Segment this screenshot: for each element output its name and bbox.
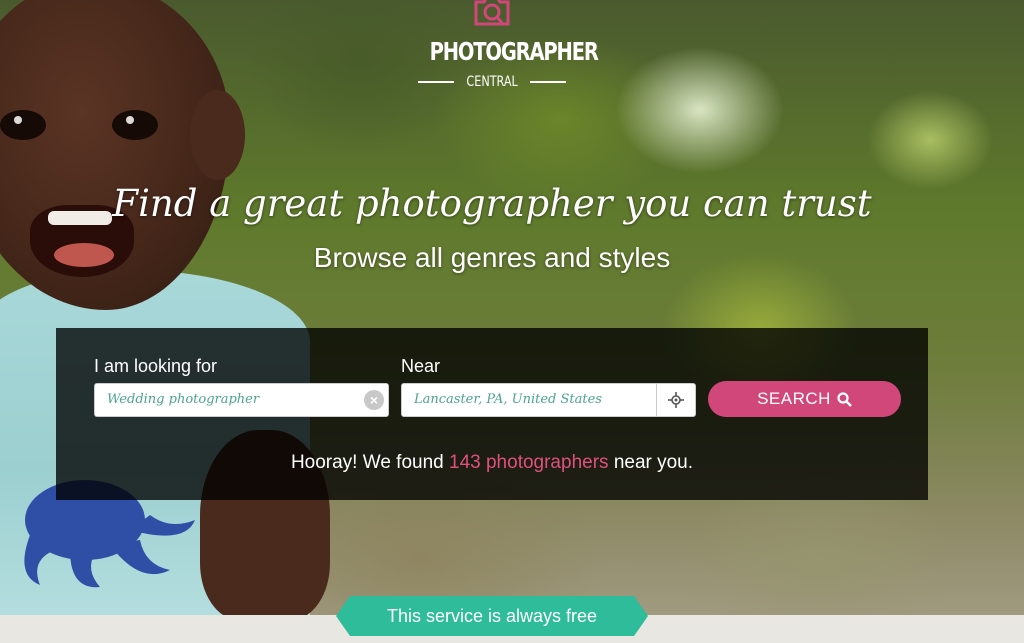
clear-icon[interactable]: ×: [364, 390, 384, 410]
result-suffix: near you.: [613, 452, 694, 473]
search-panel: I am looking for Near × SEARCH Hooray! W…: [56, 328, 928, 500]
child-eye-right: [112, 110, 158, 140]
logo-divider-right: [530, 81, 567, 83]
hero-photo-child: [0, 0, 330, 615]
magnifier-icon: [837, 391, 852, 407]
child-eye-left: [0, 110, 46, 140]
hero-subheadline: Browse all genres and styles: [313, 242, 671, 273]
near-input[interactable]: [414, 392, 654, 407]
hero-headline: Find a great photographer you can trust: [112, 182, 872, 225]
camera-icon: [474, 0, 510, 26]
looking-for-input[interactable]: [107, 392, 347, 407]
result-message: Hooray! We found 143 photographers near …: [56, 452, 928, 474]
ribbon-text: This service is always free: [386, 605, 598, 626]
logo-subtitle: CENTRAL: [466, 74, 518, 90]
near-field: [401, 383, 696, 417]
logo-name: PHOTOGRAPHER: [429, 37, 599, 66]
result-prefix: Hooray! We found: [290, 452, 444, 473]
crosshair-icon: [668, 392, 684, 408]
near-label: Near: [401, 356, 441, 376]
logo-sub: CENTRAL: [412, 72, 572, 92]
looking-for-label: I am looking for: [94, 356, 218, 376]
free-service-ribbon: This service is always free: [336, 596, 648, 636]
locate-button[interactable]: [656, 384, 695, 416]
logo-divider-left: [417, 81, 454, 83]
child-ear: [190, 90, 245, 180]
result-count-link[interactable]: 143 photographers: [449, 452, 609, 473]
search-button[interactable]: SEARCH: [708, 381, 901, 417]
looking-for-field: ×: [94, 383, 389, 417]
search-button-label: SEARCH: [757, 389, 831, 408]
hero-background: [0, 0, 1024, 615]
